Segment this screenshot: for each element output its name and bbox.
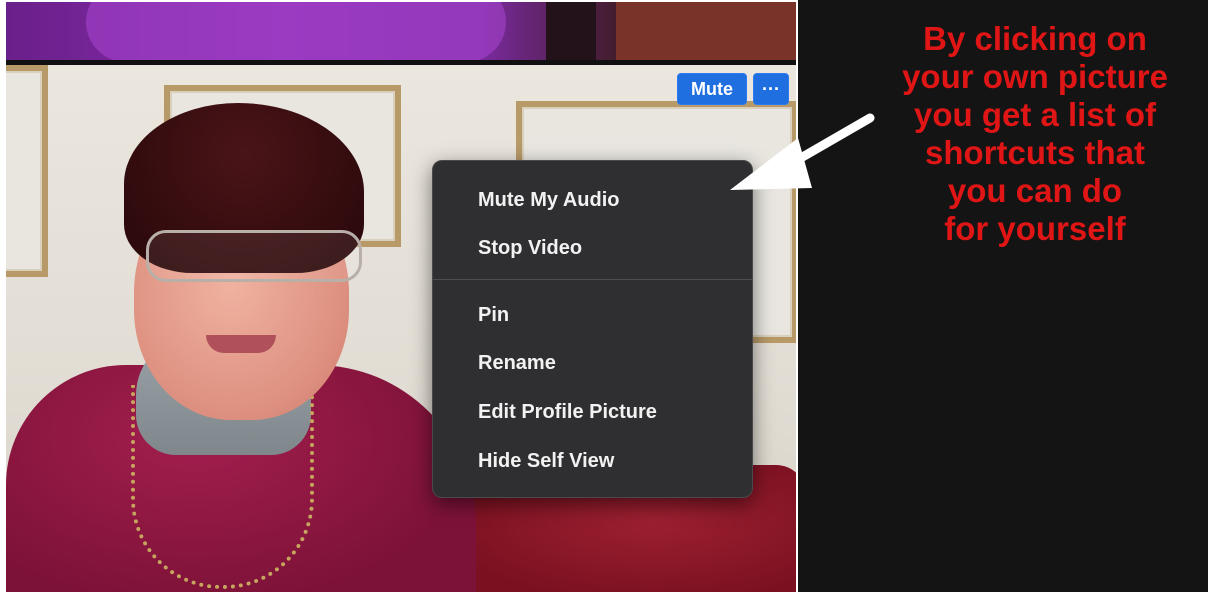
menu-item-pin[interactable]: Pin: [478, 304, 509, 327]
menu-item-rename[interactable]: Rename: [478, 352, 556, 375]
menu-item-edit-profile-picture[interactable]: Edit Profile Picture: [478, 401, 657, 424]
video-content: [616, 2, 796, 60]
wall-picture-frame: [6, 65, 48, 277]
annotation-text: By clicking on your own picture you get …: [902, 20, 1168, 247]
screenshot-canvas: Mute ··· Mute My Audio Stop Video Pin Re…: [0, 0, 1208, 595]
menu-item-stop-video[interactable]: Stop Video: [478, 237, 582, 260]
more-options-icon: ···: [762, 78, 780, 99]
participant-video-tile[interactable]: [6, 2, 796, 60]
menu-item-hide-self-view[interactable]: Hide Self View: [478, 450, 614, 473]
menu-separator: [433, 279, 752, 280]
person-glasses: [146, 230, 362, 282]
person-mouth: [206, 335, 276, 353]
video-content: [546, 2, 596, 60]
menu-item-mute-my-audio[interactable]: Mute My Audio: [478, 189, 619, 212]
self-view-context-menu: Mute My Audio Stop Video Pin Rename Edit…: [432, 160, 753, 498]
video-content: [86, 2, 506, 60]
